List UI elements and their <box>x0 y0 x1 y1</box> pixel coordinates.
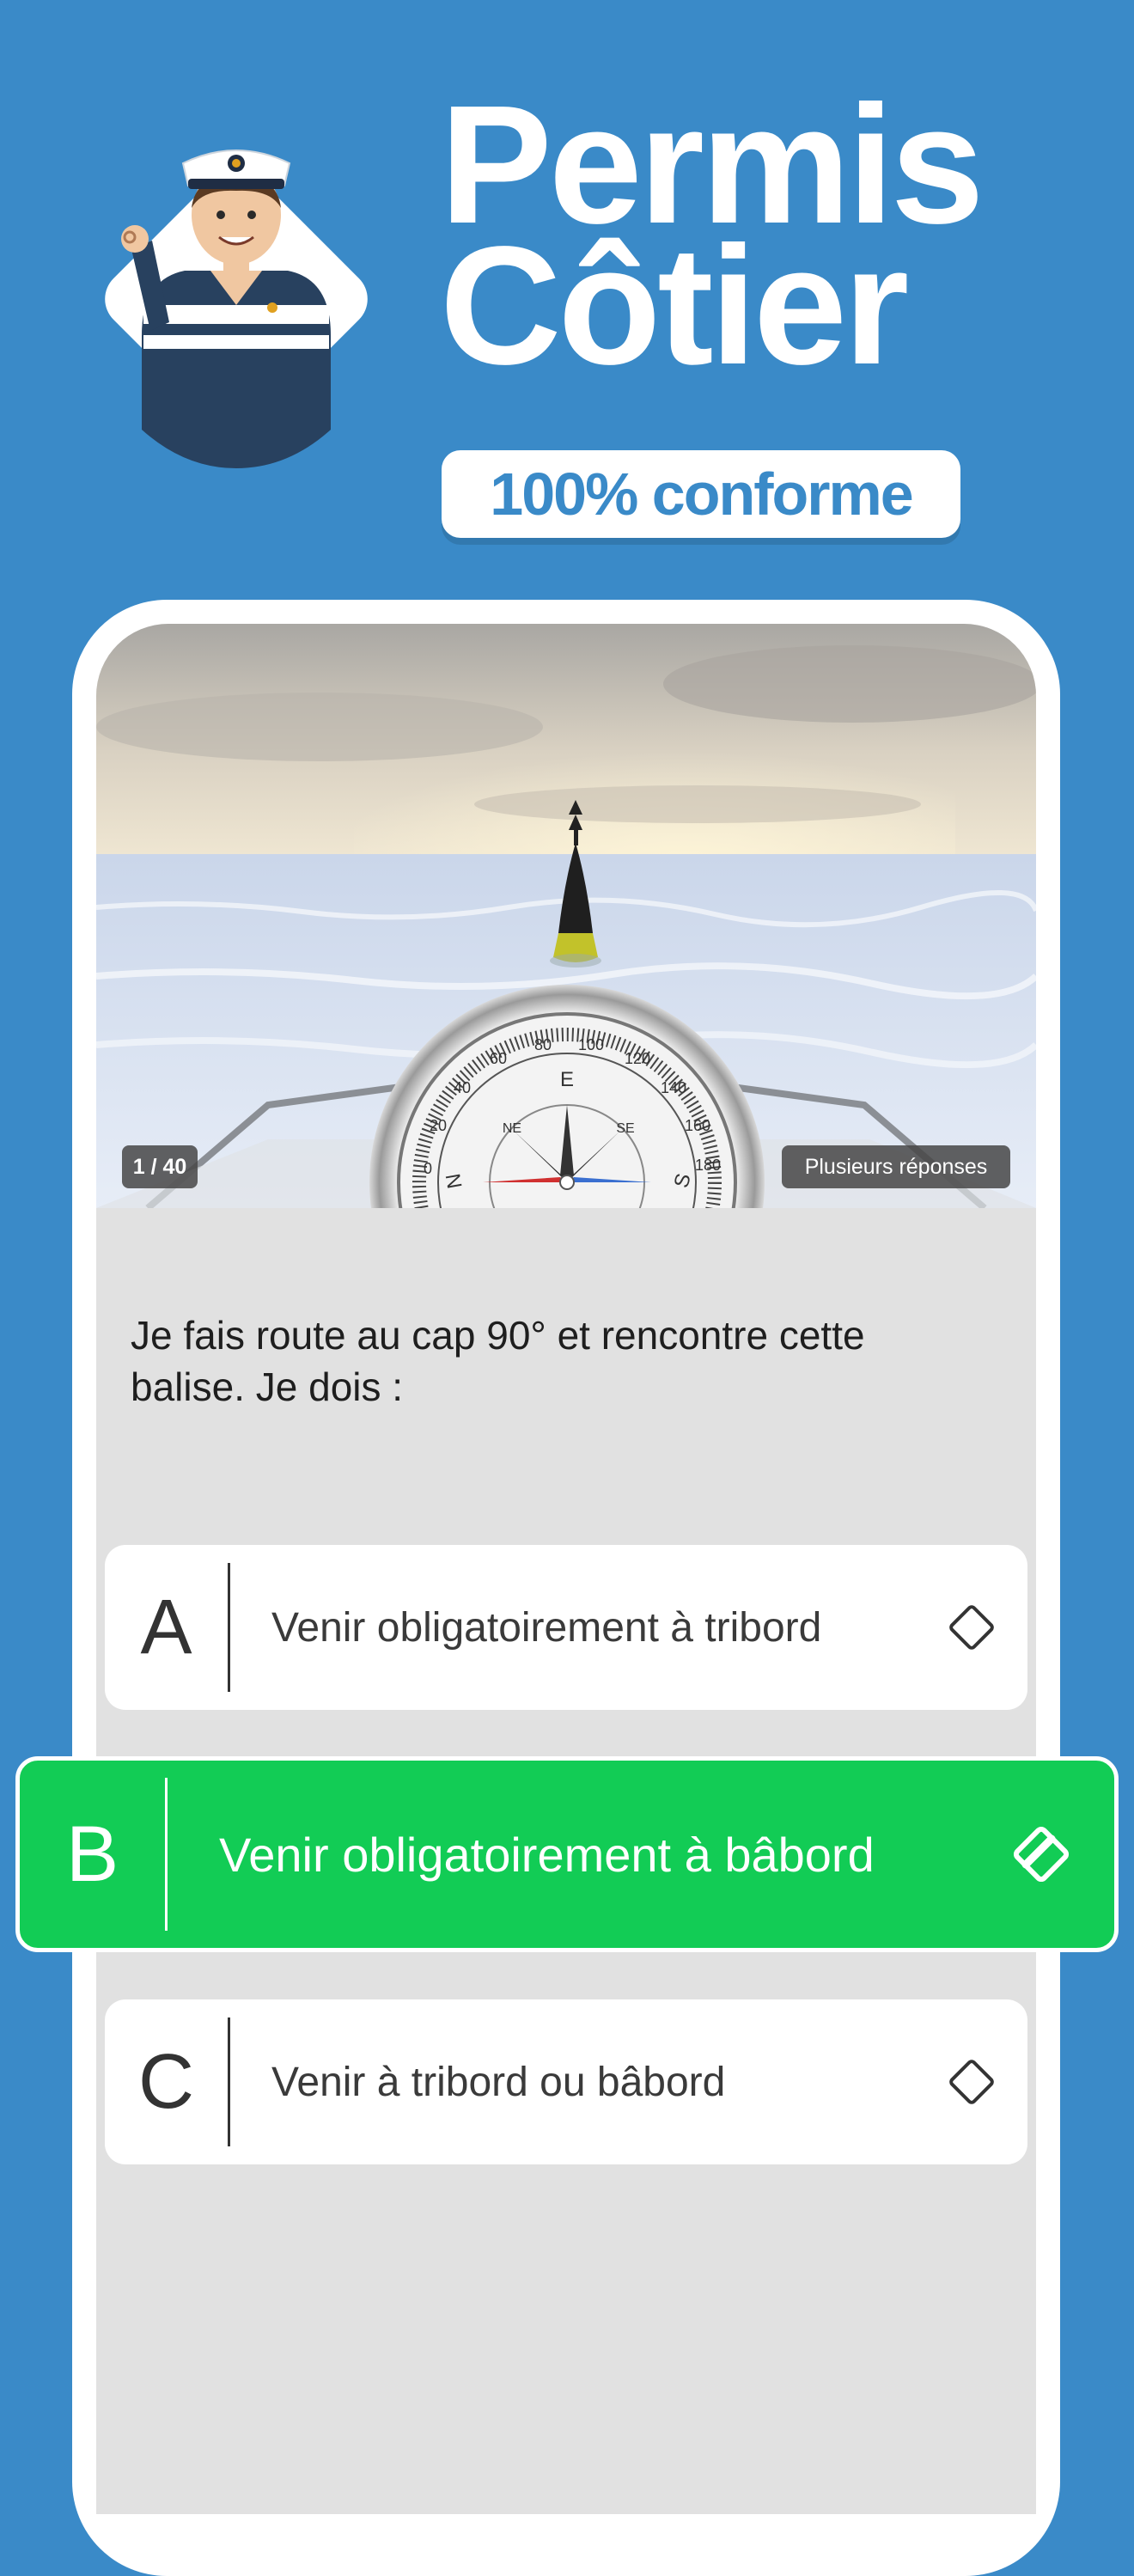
svg-text:E: E <box>560 1068 574 1091</box>
svg-text:80: 80 <box>534 1036 552 1053</box>
answer-option-c[interactable]: C Venir à tribord ou bâbord <box>105 1999 1027 2164</box>
answer-letter: C <box>105 2017 230 2146</box>
svg-text:100: 100 <box>578 1036 604 1053</box>
question-counter: 1 / 40 <box>122 1145 198 1188</box>
svg-text:60: 60 <box>490 1050 507 1067</box>
answer-text: Venir obligatoirement à bâbord <box>219 1827 875 1882</box>
sailor-mascot-icon <box>105 150 368 468</box>
answer-mode-badge: Plusieurs réponses <box>782 1145 1010 1188</box>
question-text: Je fais route au cap 90° et rencontre ce… <box>131 1313 865 1409</box>
diamond-check-icon <box>968 1818 1114 1890</box>
svg-text:40: 40 <box>454 1079 471 1096</box>
svg-text:0: 0 <box>424 1160 432 1177</box>
svg-text:140: 140 <box>661 1079 686 1096</box>
svg-text:180: 180 <box>695 1157 721 1174</box>
diamond-icon <box>916 2052 1027 2112</box>
conformity-badge: 100% conforme <box>442 450 960 538</box>
answer-option-a[interactable]: A Venir obligatoirement à tribord <box>105 1545 1027 1710</box>
app-title-line2: Côtier <box>440 211 909 400</box>
app-header: Permis Côtier 100% conforme <box>0 0 1134 567</box>
app-title: Permis Côtier <box>440 81 985 400</box>
svg-text:SE: SE <box>616 1121 634 1136</box>
answer-letter: B <box>20 1778 168 1931</box>
answer-text: Venir obligatoirement à tribord <box>271 1604 822 1651</box>
answer-option-b[interactable]: B Venir obligatoirement à bâbord <box>15 1756 1119 1952</box>
svg-text:160: 160 <box>685 1117 710 1134</box>
answer-text: Venir à tribord ou bâbord <box>271 2059 726 2105</box>
question-illustration: E S N NE SE 100 120 140 160 180 80 60 40… <box>96 624 1036 1208</box>
svg-text:20: 20 <box>430 1117 447 1134</box>
svg-text:NE: NE <box>503 1121 521 1136</box>
diamond-icon <box>916 1597 1027 1657</box>
svg-text:120: 120 <box>625 1050 650 1067</box>
answer-letter: A <box>105 1563 230 1692</box>
